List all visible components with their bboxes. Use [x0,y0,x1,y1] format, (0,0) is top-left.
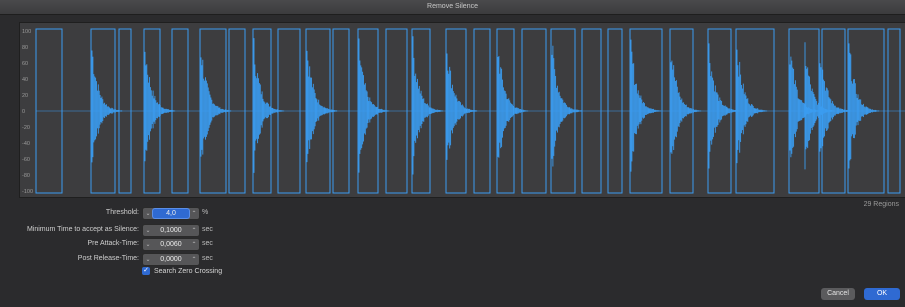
chevron-up-icon[interactable]: ⌃ [189,256,199,263]
min-time-stepper[interactable]: ⌄ 0,1000 ⌃ [142,224,200,237]
post-release-unit: sec [202,255,213,262]
y-tick-label: 40 [22,77,28,83]
y-tick-label: -80 [22,173,30,179]
transient-waveform [670,60,702,154]
chevron-up-icon[interactable]: ⌃ [189,241,199,248]
y-tick-label: -20 [22,125,30,131]
y-tick-label: -100 [22,189,33,195]
transient-waveform [551,45,583,167]
transient-waveform [446,53,478,160]
min-time-unit: sec [202,226,213,233]
y-tick-label: -40 [22,141,30,147]
transient-waveform [91,50,123,163]
window-titlebar: Remove Silence [0,0,905,15]
threshold-stepper[interactable]: ⌄ 4,0 ⌃ [142,207,200,220]
pre-attack-value[interactable]: 0,0060 [153,241,189,248]
transient-waveform [736,49,768,164]
transient-waveform [497,56,529,158]
threshold-unit: % [202,209,209,216]
zero-crossing-checkbox[interactable]: ✓ [142,267,150,275]
transient-waveform [358,38,390,173]
waveform-svg: 100 80 60 40 20 0 -20 -40 -60 -80 -100 [22,28,905,195]
post-release-value[interactable]: 0,0000 [153,256,189,263]
chevron-up-icon[interactable]: ⌃ [189,227,199,234]
transient-waveform [708,43,740,169]
post-release-stepper[interactable]: ⌄ 0,0000 ⌃ [142,253,200,266]
chevron-up-icon[interactable]: ⌃ [189,210,199,217]
regions-count: 29 Regions [863,201,899,208]
threshold-value[interactable]: 4,0 [153,209,189,218]
transient-waveform [253,38,285,173]
window-title: Remove Silence [427,3,478,10]
chevron-down-icon[interactable]: ⌄ [143,227,153,234]
chevron-down-icon[interactable]: ⌄ [143,210,153,217]
y-tick-label: 100 [22,29,31,35]
ok-button[interactable]: OK [864,288,900,300]
waveform-display[interactable]: 100 80 60 40 20 0 -20 -40 -60 -80 -100 [19,22,905,198]
chevron-down-icon[interactable]: ⌄ [143,256,153,263]
zero-crossing-option[interactable]: ✓ Search Zero Crossing [142,267,222,275]
pre-attack-unit: sec [202,240,213,247]
y-tick-label: 20 [22,93,28,99]
min-time-value[interactable]: 0,1000 [153,227,189,234]
zero-crossing-label: Search Zero Crossing [154,267,223,275]
threshold-label: Threshold: [105,209,139,216]
transient-waveform [306,50,338,163]
post-release-label: Post Release-Time: [77,255,139,262]
pre-attack-stepper[interactable]: ⌄ 0,0060 ⌃ [142,238,200,251]
y-tick-label: 0 [22,109,25,115]
checkmark-icon: ✓ [143,267,149,274]
transient-waveform [848,43,880,169]
chevron-down-icon[interactable]: ⌄ [143,241,153,248]
y-tick-label: 60 [22,61,28,67]
pre-attack-label: Pre Attack-Time: [87,240,139,247]
min-time-label: Minimum Time to accept as Silence: [26,226,139,233]
transient-waveform [630,39,662,172]
y-tick-label: -60 [22,157,30,163]
cancel-button[interactable]: Cancel [821,288,855,300]
y-tick-label: 80 [22,45,28,51]
transient-waveform [412,36,444,175]
